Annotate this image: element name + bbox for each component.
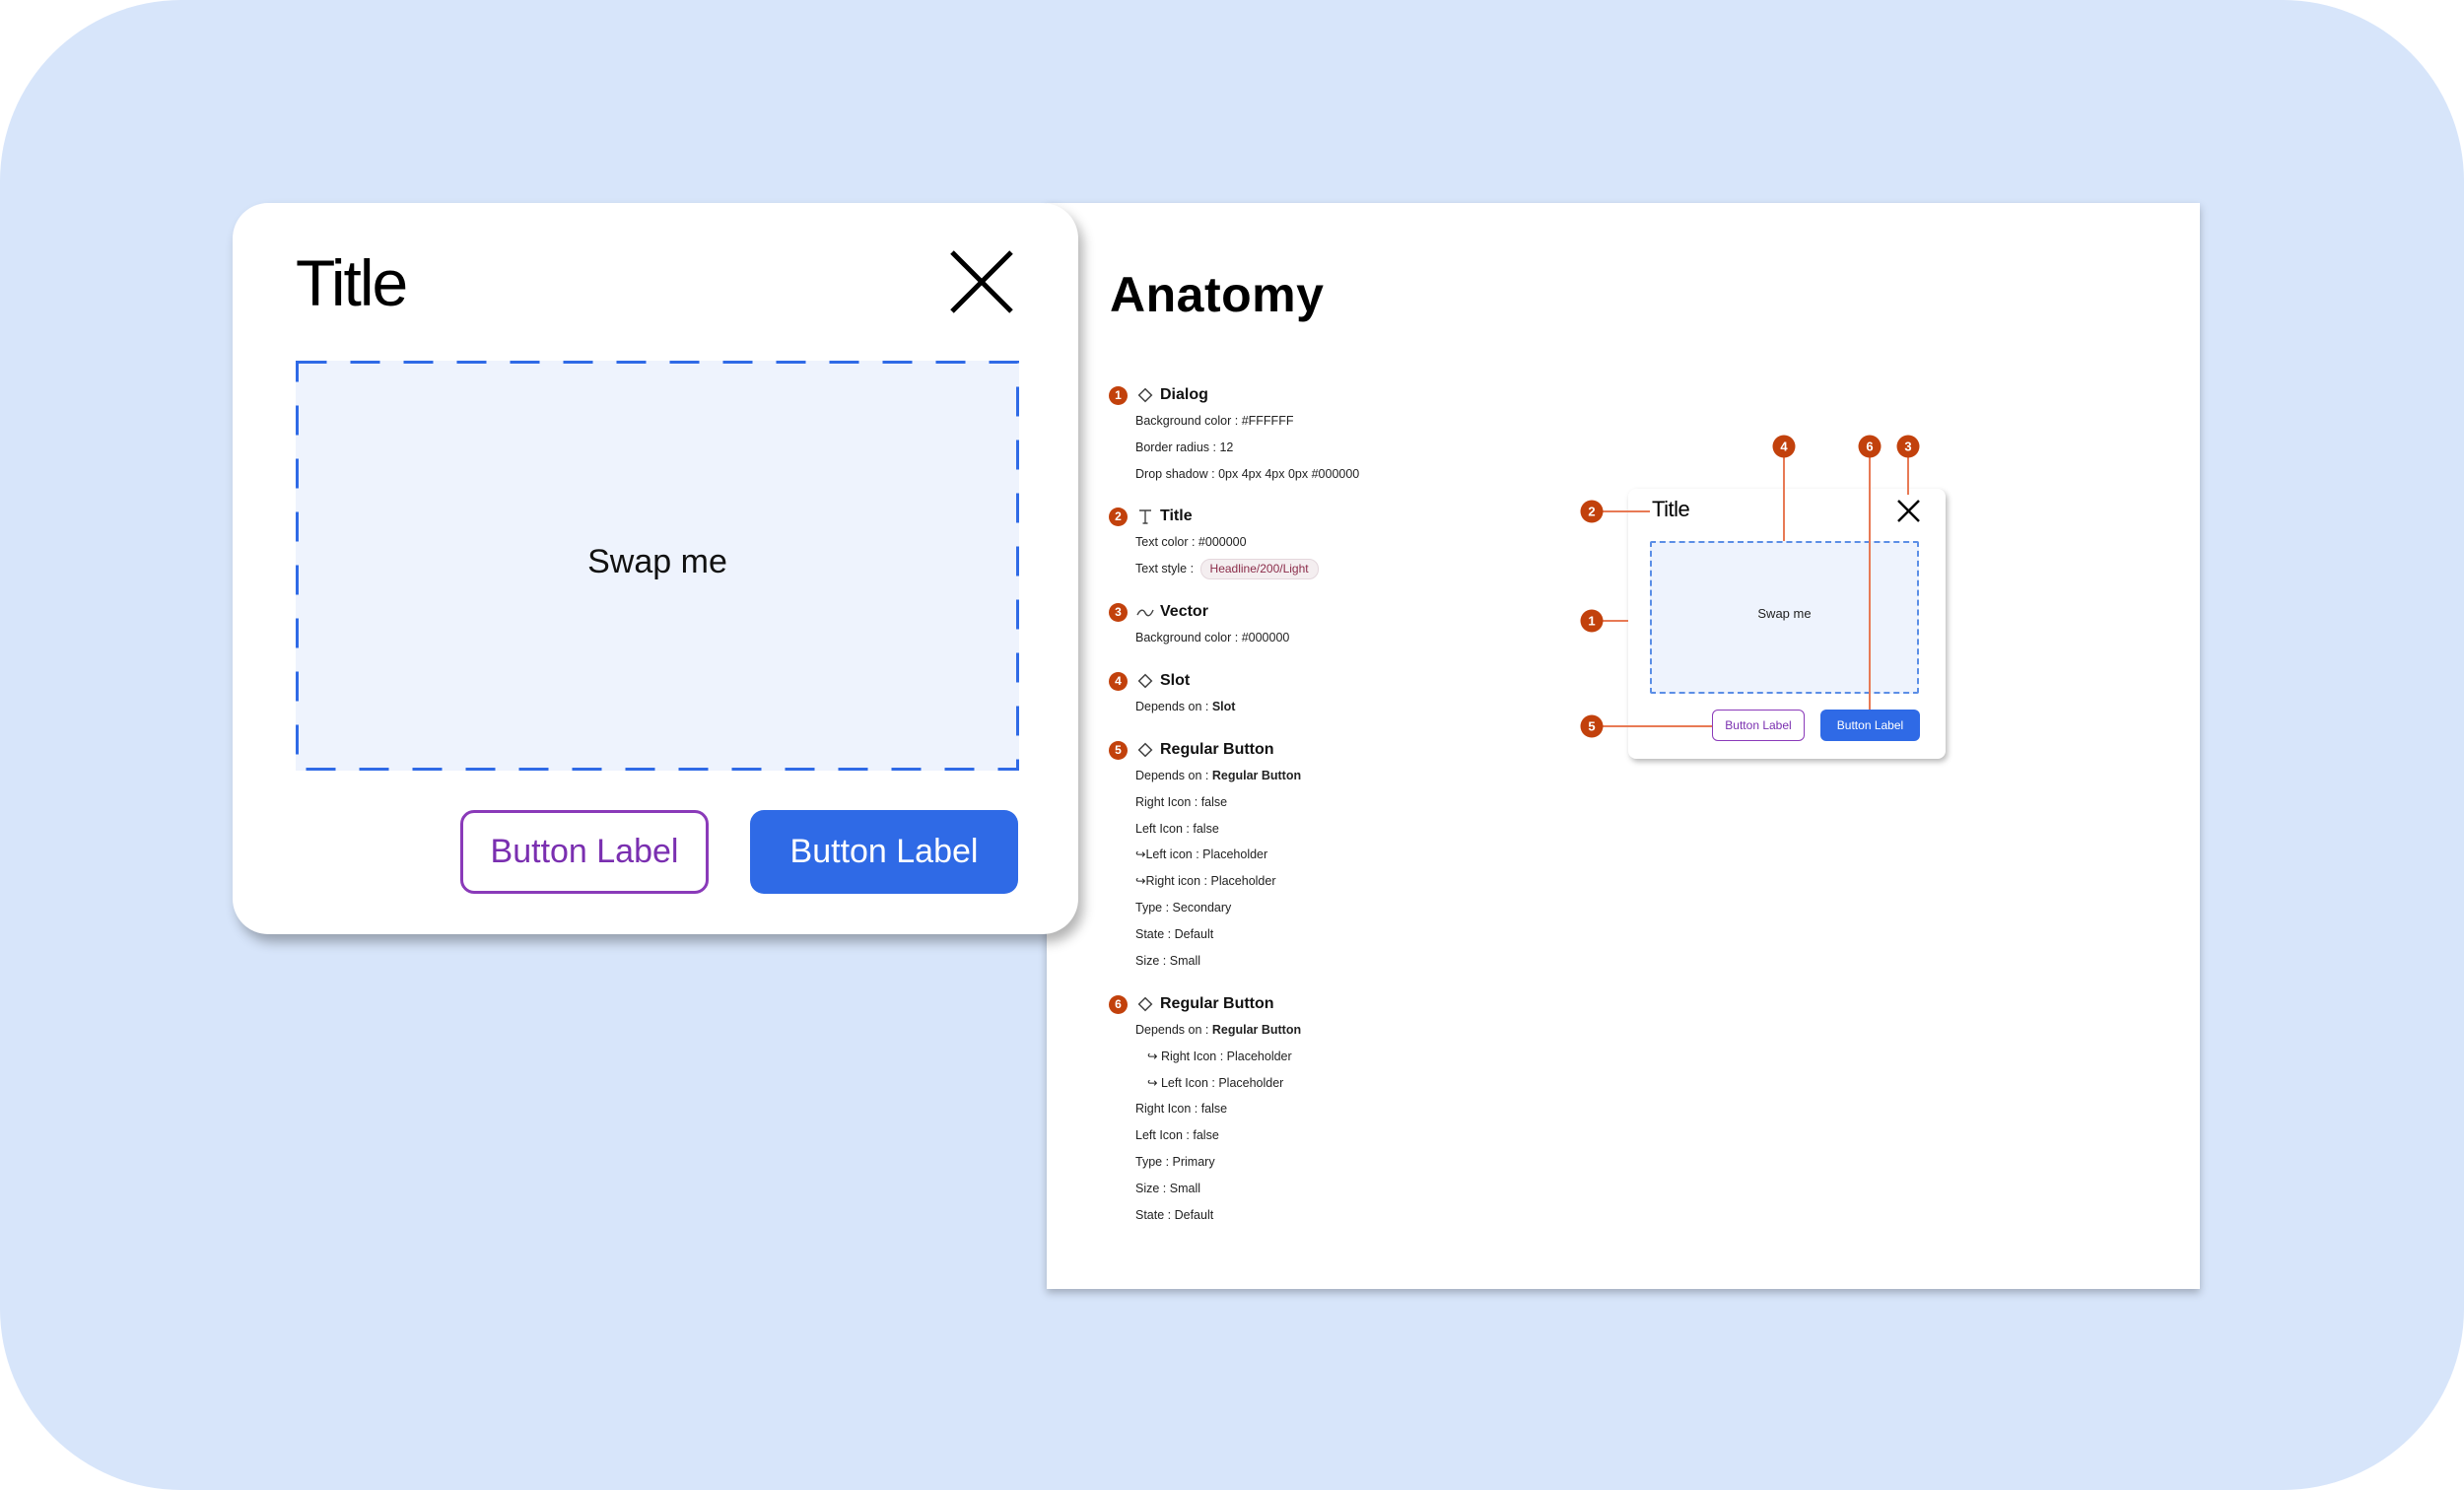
canvas: Anatomy 1 Dialog Background color : #FFF… bbox=[0, 0, 2464, 1490]
svg-text:4: 4 bbox=[1780, 440, 1788, 454]
property-row: Background color : #000000 bbox=[1135, 631, 1290, 644]
marker-5: 5 bbox=[1580, 714, 1604, 738]
marker-4: 4 bbox=[1772, 435, 1796, 458]
marker-1: 1 bbox=[1580, 609, 1604, 633]
property-row: State : Default bbox=[1135, 926, 1214, 941]
slot-placeholder-text: Swap me bbox=[587, 543, 727, 580]
marker-badge: 5 bbox=[1109, 740, 1128, 760]
property-row: Left Icon : false bbox=[1135, 1128, 1219, 1143]
marker-badge: 1 bbox=[1109, 385, 1128, 405]
property-row: ↪ Right Icon : Placeholder bbox=[1147, 1049, 1292, 1063]
text-icon bbox=[1134, 506, 1156, 527]
content-slot: Swap me bbox=[296, 361, 1019, 771]
anatomy-section-title: 2 Title Text color : #000000 Text style … bbox=[1109, 504, 1319, 582]
property-row: Depends on : Slot bbox=[1135, 700, 1236, 713]
property-row: Right Icon : false bbox=[1135, 1102, 1228, 1117]
component-diamond-icon bbox=[1134, 384, 1156, 406]
property-row: Border radius : 12 bbox=[1135, 440, 1234, 454]
anatomy-heading: Anatomy bbox=[1110, 267, 1325, 322]
section-name: Vector bbox=[1160, 603, 1208, 620]
section-name: Slot bbox=[1160, 672, 1191, 689]
anatomy-figure-slot-text: Swap me bbox=[1757, 606, 1812, 621]
primary-button[interactable]: Button Label bbox=[750, 810, 1018, 894]
marker-badge: 2 bbox=[1109, 507, 1128, 526]
section-name: Dialog bbox=[1160, 386, 1208, 403]
marker-badge: 3 bbox=[1109, 602, 1128, 622]
property-row: State : Default bbox=[1135, 1207, 1214, 1222]
property-row: Depends on : Regular Button bbox=[1135, 1023, 1302, 1037]
svg-text:6: 6 bbox=[1866, 440, 1873, 454]
property-row: Left Icon : false bbox=[1135, 821, 1219, 836]
property-row: ↪ Left Icon : Placeholder bbox=[1147, 1075, 1284, 1090]
secondary-button[interactable]: Button Label bbox=[460, 810, 709, 894]
section-name: Regular Button bbox=[1160, 995, 1274, 1012]
text-style-chip: Headline/200/Light bbox=[1199, 558, 1319, 579]
property-row: Type : Secondary bbox=[1135, 900, 1232, 914]
section-name: Regular Button bbox=[1160, 741, 1274, 758]
property-row: Size : Small bbox=[1135, 1181, 1201, 1195]
marker-3: 3 bbox=[1896, 435, 1920, 458]
close-button[interactable] bbox=[947, 247, 1016, 316]
anatomy-section-secondary-button: 5 Regular Button Depends on : Regular Bu… bbox=[1109, 737, 1301, 974]
marker-2: 2 bbox=[1580, 500, 1604, 523]
property-row: Drop shadow : 0px 4px 4px 0px #000000 bbox=[1135, 466, 1360, 481]
vector-icon bbox=[1134, 601, 1156, 623]
marker-6: 6 bbox=[1858, 435, 1882, 458]
section-name: Title bbox=[1160, 508, 1193, 524]
property-row: Depends on : Regular Button bbox=[1135, 769, 1302, 782]
component-diamond-icon bbox=[1134, 670, 1156, 692]
anatomy-figure-title: Title bbox=[1652, 497, 1690, 521]
dialog-title: Title bbox=[296, 246, 408, 319]
property-row: Size : Small bbox=[1135, 953, 1201, 968]
anatomy-figure-secondary-button: Button Label bbox=[1712, 710, 1805, 741]
property-row: Right Icon : false bbox=[1135, 794, 1228, 809]
component-diamond-icon bbox=[1134, 993, 1156, 1015]
dialog: Title Swap me Button Label Button Label bbox=[233, 203, 1078, 934]
close-icon bbox=[950, 250, 1013, 313]
property-row: Type : Primary bbox=[1135, 1154, 1215, 1169]
svg-text:5: 5 bbox=[1588, 719, 1595, 734]
property-row: Text style : Headline/200/Light bbox=[1135, 556, 1319, 582]
anatomy-sheet: Anatomy 1 Dialog Background color : #FFF… bbox=[1047, 203, 2200, 1289]
property-row: Background color : #FFFFFF bbox=[1135, 414, 1294, 428]
marker-badge: 4 bbox=[1109, 671, 1128, 691]
svg-text:2: 2 bbox=[1588, 505, 1595, 519]
anatomy-section-dialog: 1 Dialog Background color : #FFFFFF Bord… bbox=[1109, 382, 1359, 487]
svg-text:3: 3 bbox=[1904, 440, 1911, 454]
anatomy-section-vector: 3 Vector Background color : #000000 bbox=[1109, 599, 1289, 651]
marker-badge: 6 bbox=[1109, 994, 1128, 1014]
svg-text:1: 1 bbox=[1588, 614, 1595, 629]
component-diamond-icon bbox=[1134, 739, 1156, 761]
anatomy-section-slot: 4 Slot Depends on : Slot bbox=[1109, 668, 1235, 720]
property-row: ↪Right icon : Placeholder bbox=[1135, 874, 1276, 889]
property-row: Text color : #000000 bbox=[1135, 535, 1247, 549]
anatomy-section-primary-button: 6 Regular Button Depends on : Regular Bu… bbox=[1109, 991, 1301, 1228]
anatomy-figure-primary-button: Button Label bbox=[1820, 710, 1920, 741]
property-row: ↪Left icon : Placeholder bbox=[1135, 847, 1268, 862]
anatomy-figure-slot: Swap me bbox=[1650, 541, 1919, 694]
